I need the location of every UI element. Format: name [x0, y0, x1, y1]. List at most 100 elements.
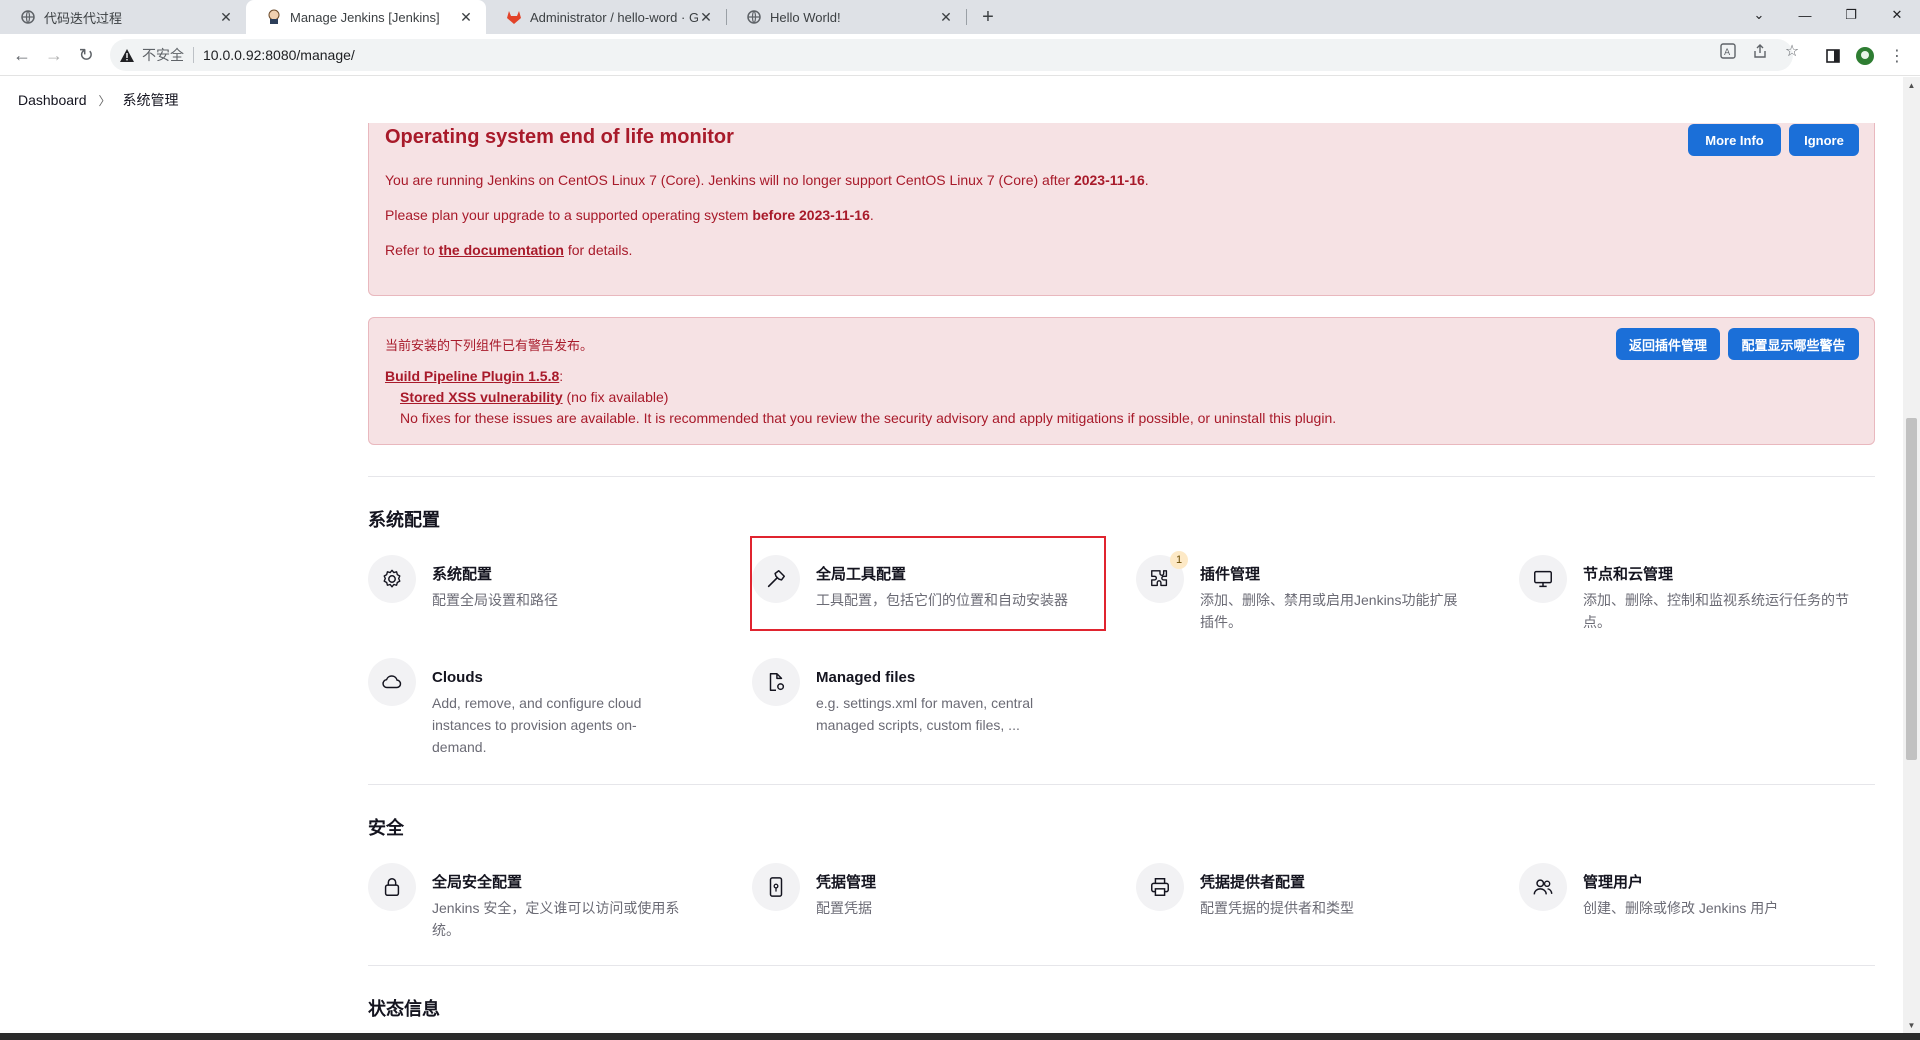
plugin-warning-intro: 当前安装的下列组件已有警告发布。 — [385, 338, 594, 353]
globe-icon — [20, 9, 36, 25]
breadcrumb: Dashboard 〉 系统管理 — [0, 77, 1903, 123]
item-desc: 添加、删除、控制和监视系统运行任务的节点。 — [1583, 592, 1849, 630]
close-icon[interactable]: ✕ — [218, 9, 234, 25]
side-panel-icon[interactable] — [1823, 46, 1843, 66]
security-label[interactable]: 不安全 — [142, 45, 184, 65]
clouds-item[interactable]: Clouds Add, remove, and configure cloud i… — [368, 658, 698, 758]
scrollbar-thumb[interactable] — [1906, 418, 1917, 760]
credential-providers-item[interactable]: 凭据提供者配置配置凭据的提供者和类型 — [1136, 863, 1466, 919]
alert-line-1: You are running Jenkins on CentOS Linux … — [385, 172, 1149, 188]
global-security-item[interactable]: 全局安全配置 Jenkins 安全，定义谁可以访问或使用系统。 — [368, 863, 698, 941]
gear-icon — [368, 555, 416, 603]
eol-alert: Operating system end of life monitor You… — [368, 123, 1875, 296]
phone-credentials-icon — [752, 863, 800, 911]
reload-button[interactable]: ↻ — [72, 41, 100, 69]
profile-avatar[interactable] — [1855, 46, 1875, 66]
browser-tab[interactable]: Hello World! ✕ — [726, 0, 966, 34]
documentation-link[interactable]: the documentation — [439, 242, 564, 258]
url-input[interactable]: 不安全 10.0.0.92:8080/manage/ — [110, 39, 1793, 71]
jenkins-icon — [266, 9, 282, 25]
tab-title: Manage Jenkins [Jenkins] — [290, 9, 440, 25]
monitor-icon — [1519, 555, 1567, 603]
plugin-manager-item[interactable]: 1 插件管理添加、删除、禁用或启用Jenkins功能扩展插件。 — [1136, 551, 1466, 633]
item-title: 管理用户 — [1583, 874, 1644, 891]
gitlab-icon — [506, 9, 522, 25]
item-desc: 配置凭据 — [816, 900, 872, 916]
section-title-security: 安全 — [368, 818, 404, 838]
plugin-warning-advice: No fixes for these issues are available.… — [400, 410, 1337, 426]
tab-title: Administrator / hello-word · G — [530, 9, 698, 25]
highlight-box — [750, 536, 1106, 631]
plugin-manager-button[interactable]: 返回插件管理 — [1616, 328, 1720, 360]
forward-button[interactable]: → — [40, 41, 68, 69]
alert-line-3: Refer to the documentation for details. — [385, 242, 633, 258]
maximize-button[interactable]: ❐ — [1828, 0, 1874, 30]
printer-icon — [1136, 863, 1184, 911]
alert-title: Operating system end of life monitor — [385, 126, 734, 148]
alert-line-2: Please plan your upgrade to a supported … — [385, 207, 874, 223]
browser-tab[interactable]: Administrator / hello-word · G ✕ — [486, 0, 726, 34]
browser-tab-strip: 代码迭代过程 ✕ Manage Jenkins [Jenkins] ✕ Admi… — [0, 0, 1920, 34]
item-desc: 添加、删除、禁用或启用Jenkins功能扩展插件。 — [1200, 592, 1458, 630]
scroll-down-arrow[interactable]: ▼ — [1906, 1020, 1917, 1031]
share-icon[interactable] — [1751, 42, 1769, 60]
address-bar: ← → ↻ 不安全 10.0.0.92:8080/manage/ A ☆ ⋮ — [0, 34, 1920, 76]
configure-warnings-button[interactable]: 配置显示哪些警告 — [1728, 328, 1859, 360]
tab-search-icon[interactable]: ⌄ — [1736, 0, 1782, 30]
item-title: 节点和云管理 — [1583, 566, 1674, 583]
minimize-button[interactable]: — — [1782, 0, 1828, 30]
close-icon[interactable]: ✕ — [698, 9, 714, 25]
translate-icon[interactable]: A — [1719, 42, 1737, 60]
menu-icon[interactable]: ⋮ — [1887, 46, 1907, 66]
plugin-warning-vuln: Stored XSS vulnerability (no fix availab… — [400, 389, 669, 405]
item-desc: Add, remove, and configure cloud instanc… — [432, 695, 642, 755]
more-info-button[interactable]: More Info — [1688, 124, 1781, 156]
item-desc: 配置全局设置和路径 — [432, 592, 558, 608]
item-desc: e.g. settings.xml for maven, central man… — [816, 695, 1034, 733]
browser-tab[interactable]: 代码迭代过程 ✕ — [0, 0, 246, 34]
globe-icon — [746, 9, 762, 25]
users-icon — [1519, 863, 1567, 911]
item-title: 全局安全配置 — [432, 874, 523, 891]
update-count-badge: 1 — [1170, 551, 1188, 569]
main-content: Operating system end of life monitor You… — [0, 123, 1903, 1033]
plugin-warning-alert: 当前安装的下列组件已有警告发布。 Build Pipeline Plugin 1… — [368, 317, 1875, 445]
system-config-item[interactable]: 系统配置配置全局设置和路径 — [368, 555, 698, 611]
close-icon[interactable]: ✕ — [458, 9, 474, 25]
new-tab-button[interactable]: + — [968, 0, 1008, 34]
ignore-button[interactable]: Ignore — [1789, 124, 1859, 156]
item-desc: Jenkins 安全，定义谁可以访问或使用系统。 — [432, 900, 680, 938]
manage-users-item[interactable]: 管理用户创建、删除或修改 Jenkins 用户 — [1519, 863, 1849, 919]
cloud-icon — [368, 658, 416, 706]
credentials-item[interactable]: 凭据管理 配置凭据 — [752, 863, 1082, 919]
item-title: 凭据提供者配置 — [1200, 874, 1306, 891]
item-title: Managed files — [816, 669, 916, 686]
item-desc: 配置凭据的提供者和类型 — [1200, 900, 1354, 916]
vulnerability-link[interactable]: Stored XSS vulnerability — [400, 389, 563, 405]
managed-files-item[interactable]: Managed files e.g. settings.xml for maven… — [752, 658, 1082, 736]
breadcrumb-current[interactable]: 系统管理 — [123, 90, 179, 110]
back-button[interactable]: ← — [8, 41, 36, 69]
tab-title: 代码迭代过程 — [44, 10, 123, 26]
plugin-link[interactable]: Build Pipeline Plugin 1.5.8 — [385, 368, 559, 384]
item-title: 插件管理 — [1200, 566, 1261, 583]
breadcrumb-dashboard[interactable]: Dashboard — [18, 92, 87, 108]
close-icon[interactable]: ✕ — [938, 9, 954, 25]
close-window-button[interactable]: ✕ — [1874, 0, 1920, 30]
scroll-up-arrow[interactable]: ▲ — [1906, 80, 1917, 91]
item-desc: 创建、删除或修改 Jenkins 用户 — [1583, 900, 1779, 916]
chevron-right-icon: 〉 — [98, 93, 111, 108]
tab-title: Hello World! — [770, 9, 841, 25]
os-taskbar — [0, 1033, 1920, 1040]
bookmark-star-icon[interactable]: ☆ — [1783, 42, 1801, 60]
svg-text:A: A — [1724, 48, 1731, 58]
nodes-clouds-item[interactable]: 节点和云管理添加、删除、控制和监视系统运行任务的节点。 — [1519, 555, 1875, 633]
section-title-status: 状态信息 — [368, 999, 440, 1019]
warning-icon[interactable] — [118, 46, 136, 64]
item-title: 凭据管理 — [816, 874, 877, 891]
file-gear-icon — [752, 658, 800, 706]
item-title: 系统配置 — [432, 566, 493, 583]
url-text[interactable]: 10.0.0.92:8080/manage/ — [203, 47, 355, 63]
browser-tab-active[interactable]: Manage Jenkins [Jenkins] ✕ — [246, 0, 486, 34]
plugin-warning-plugin: Build Pipeline Plugin 1.5.8: — [385, 368, 564, 384]
